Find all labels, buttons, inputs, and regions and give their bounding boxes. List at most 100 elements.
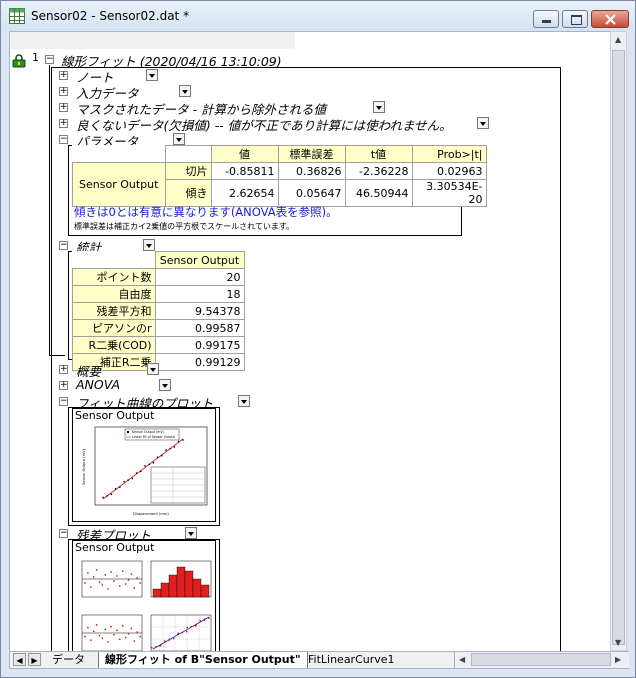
residual-order-point [119, 638, 121, 640]
fit-point [140, 470, 142, 473]
residual-order-point [107, 641, 109, 643]
histogram-bar [176, 566, 186, 598]
fit-point [131, 477, 134, 480]
residual-point [107, 588, 109, 590]
residual-point [98, 581, 101, 583]
param-cell: 2.62654 [210, 179, 279, 207]
residual-collapse-icon[interactable]: − [59, 529, 68, 538]
stats-row-name: ピアソンのr [72, 319, 156, 337]
fit-point [152, 462, 155, 464]
masked-expand-icon[interactable]: + [59, 103, 68, 112]
fit-point [173, 446, 176, 448]
param-cell: 0.05647 [277, 179, 346, 207]
root-collapse-icon[interactable]: − [45, 55, 54, 64]
scroll-left-icon[interactable]: ◀ [459, 655, 465, 664]
title-bar[interactable]: Sensor02 - Sensor02.dat * [1, 1, 635, 31]
tab-linear-fit[interactable]: 線形フィット of B"Sensor Output" [98, 652, 308, 668]
bad-expand-icon[interactable]: + [59, 119, 68, 128]
stats-value: 18 [154, 285, 245, 303]
tab-next-icon[interactable]: ▶ [28, 653, 41, 666]
residual-point [122, 570, 124, 572]
residual-point [130, 573, 133, 575]
fitplot-dropdown-icon[interactable] [238, 395, 250, 407]
param-cell: 46.50944 [344, 179, 413, 207]
normal-prob-point [155, 646, 157, 648]
note-expand-icon[interactable]: + [59, 71, 68, 80]
normal-prob-point [181, 631, 184, 634]
fit-legend-label: Linear Fit of Sensor Output [132, 435, 176, 439]
residual-order-point [104, 628, 106, 631]
stats-collapse-icon[interactable]: − [59, 241, 68, 250]
normal-prob-point [172, 637, 175, 640]
params-dropdown-icon[interactable] [173, 133, 185, 145]
residual-order-point [95, 624, 98, 626]
input-dropdown-icon[interactable] [179, 85, 191, 97]
residual-point [116, 575, 118, 577]
normal-prob-point [186, 626, 188, 629]
minimize-button[interactable] [533, 10, 559, 28]
scroll-up-icon[interactable]: ▲ [615, 35, 621, 44]
normal-prob-point [164, 640, 166, 642]
scroll-right-icon[interactable]: ▶ [615, 655, 621, 664]
stats-row-name: 自由度 [72, 285, 156, 303]
horizontal-scrollbar[interactable]: ◀ ▶ [454, 652, 629, 668]
summary-dropdown-icon[interactable] [147, 363, 159, 375]
tab-data[interactable]: データ [46, 652, 91, 668]
worksheet-icon [9, 8, 25, 24]
residual-order-point [116, 629, 118, 631]
lock-icon[interactable] [12, 54, 26, 68]
fit-point [106, 495, 108, 497]
vertical-scroll-thumb[interactable] [612, 50, 625, 645]
parameters-table: 値 標準誤差 t値 Prob>|t| Sensor Output 切片 -0.8… [72, 145, 487, 207]
worksheet-window: Sensor02 - Sensor02.dat * 1 − 線形フィット (20… [0, 0, 636, 678]
params-collapse-icon[interactable]: − [59, 135, 68, 144]
residual-order-point [130, 627, 133, 630]
fit-legend-marker [127, 431, 129, 433]
sheet-tab-bar: ◀ ▶ データ 線形フィット of B"Sensor Output" FitLi… [9, 651, 629, 669]
residual-dropdown-icon[interactable] [185, 527, 197, 539]
fit-point [102, 496, 104, 499]
fit-curve-graph[interactable]: Sensor Output Sensor Output (mV) Linear … [72, 408, 216, 522]
residual-graph[interactable]: Sensor Output [72, 540, 216, 652]
residual-point [101, 584, 104, 586]
stats-dropdown-icon[interactable] [143, 239, 155, 251]
window-title: Sensor02 - Sensor02.dat * [31, 9, 190, 23]
fitplot-collapse-icon[interactable]: − [59, 397, 68, 406]
statistics-table: Sensor Output ポイント数 20 自由度 18 残差平方和 9.54378… [72, 251, 245, 371]
anova-expand-icon[interactable]: + [59, 381, 68, 390]
scroll-down-icon[interactable]: ▼ [615, 638, 621, 647]
masked-dropdown-icon[interactable] [373, 101, 385, 113]
normal-prob-point [199, 620, 201, 622]
residual-point [119, 585, 121, 587]
residual-order-point [133, 640, 135, 642]
residual-order-point [124, 636, 127, 639]
horizontal-scroll-thumb[interactable] [471, 653, 611, 666]
histogram-bar [192, 578, 202, 598]
fit-graph-caption: Sensor Output [75, 409, 155, 422]
normal-prob-point [151, 647, 153, 649]
fit-point [156, 456, 159, 458]
normal-prob-point [208, 617, 210, 619]
vertical-scrollbar[interactable]: ▲ ▼ [610, 31, 627, 651]
tab-prev-icon[interactable]: ◀ [13, 653, 26, 666]
fit-point [165, 449, 167, 451]
tab-fit-linear-curve[interactable]: FitLinearCurve1 [302, 652, 401, 668]
bad-dropdown-icon[interactable] [477, 117, 489, 129]
histogram-bar [184, 570, 194, 598]
restore-button[interactable] [562, 10, 588, 28]
close-button[interactable] [591, 10, 629, 28]
fit-x-label: Displacement (mm) [133, 512, 169, 516]
fit-y-label: Sensor Output (mV) [82, 448, 86, 484]
input-expand-icon[interactable]: + [59, 87, 68, 96]
residual-order-point [113, 634, 115, 636]
param-footnote: 標準誤差は補正カイ2乗値の平方根でスケールされています。 [74, 222, 295, 231]
residual-point [127, 579, 130, 581]
section-anova[interactable]: ANOVA [76, 377, 120, 392]
anova-dropdown-icon[interactable] [159, 379, 171, 391]
summary-expand-icon[interactable]: + [59, 365, 68, 374]
fit-point [144, 465, 146, 467]
param-header: 標準誤差 [277, 145, 346, 163]
fit-legend-label: Sensor Output (mV) [132, 430, 164, 434]
param-cell: 0.02963 [411, 162, 487, 180]
note-dropdown-icon[interactable] [146, 69, 158, 81]
